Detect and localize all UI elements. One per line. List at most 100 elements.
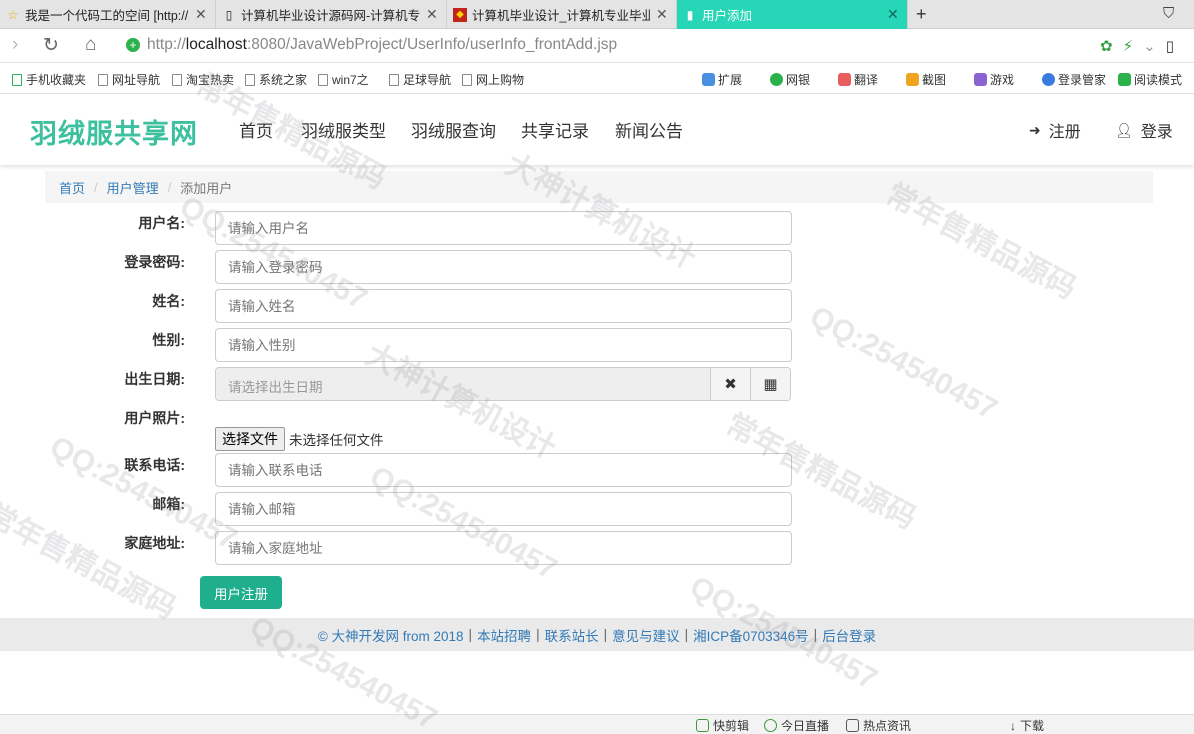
url-host: localhost — [185, 36, 247, 53]
footer-link-icp[interactable]: 湘ICP备0703346号 — [693, 625, 809, 645]
lightning-icon[interactable]: ⚡ — [1123, 37, 1134, 55]
page-icon: ▮ — [686, 7, 694, 22]
close-tab-icon[interactable]: ✕ — [887, 6, 901, 23]
bookmark-item[interactable]: 网址导航 — [98, 71, 160, 88]
status-download[interactable]: ↓ 下载 — [1010, 717, 1044, 734]
footer-link-feedback[interactable]: 意见与建议 — [612, 625, 680, 645]
address-input[interactable] — [215, 531, 792, 565]
user-icon: 👤︎ — [1115, 121, 1133, 138]
key-icon — [1042, 73, 1055, 86]
username-input[interactable] — [215, 211, 792, 245]
login-link[interactable]: 👤︎ 登录 — [1115, 118, 1173, 142]
breadcrumb-home[interactable]: 首页 — [59, 178, 85, 197]
file-status: 未选择任何文件 — [289, 433, 384, 448]
site-brand[interactable]: 羽绒服共享网 — [30, 112, 198, 151]
register-link[interactable]: ➜ 注册 — [1029, 118, 1081, 142]
toolbar-translate[interactable]: 翻译 — [838, 71, 878, 88]
footer-link-jobs[interactable]: 本站招聘 — [477, 625, 531, 645]
home-icon[interactable]: ⌂ — [85, 34, 96, 56]
browser-tab[interactable]: ☆ 我是一个代码工的空间 [http://2 ✕ — [0, 0, 216, 29]
browser-tab-bar: ☆ 我是一个代码工的空间 [http://2 ✕ ▯ 计算机毕业设计源码网-计算… — [0, 0, 1194, 29]
birthdate-input[interactable]: 请选择出生日期 — [216, 368, 710, 400]
phone-icon[interactable]: ▯ — [1166, 37, 1174, 55]
name-input[interactable] — [215, 289, 792, 323]
browser-tab[interactable]: ▯ 计算机毕业设计源码网-计算机专 ✕ — [216, 0, 447, 29]
breadcrumb-current: 添加用户 — [180, 180, 233, 196]
toolbar-bank[interactable]: 网银 — [770, 71, 810, 88]
toolbar-screenshot[interactable]: 截图 — [906, 71, 946, 88]
register-label: 注册 — [1048, 124, 1081, 141]
breadcrumb-separator: / — [167, 179, 172, 195]
bookmark-label: 足球导航 — [403, 73, 452, 87]
chevron-down-icon[interactable]: ⌄ — [1143, 37, 1156, 55]
status-live[interactable]: 今日直播 — [764, 717, 829, 734]
status-label: 今日直播 — [781, 719, 830, 733]
bank-icon — [770, 73, 783, 86]
toolbar-label: 扩展 — [718, 73, 743, 87]
bookmark-item[interactable]: 手机收藏夹 — [12, 71, 86, 88]
page-icon: ▯ — [225, 7, 233, 22]
footer-separator: | — [813, 627, 818, 642]
gender-input[interactable] — [215, 328, 792, 362]
refresh-ext-icon[interactable]: ✿ — [1100, 37, 1113, 55]
toolbar-extensions[interactable]: 扩展 — [702, 71, 742, 88]
nav-category[interactable]: 羽绒服类型 — [301, 117, 386, 142]
bookmark-item[interactable]: 足球导航 — [389, 71, 451, 88]
toolbar-reading-mode[interactable]: 阅读模式 — [1118, 71, 1182, 88]
browser-tab[interactable]: ◆ 计算机毕业设计_计算机专业毕业 ✕ — [447, 0, 677, 29]
bookmark-item[interactable]: 系统之家 — [245, 71, 307, 88]
url-field[interactable]: + http://localhost:8080/JavaWebProject/U… — [126, 36, 617, 54]
tab-title: 计算机毕业设计_计算机专业毕业 — [472, 9, 650, 23]
status-quick-clip[interactable]: 快剪辑 — [696, 717, 749, 734]
browser-status-bar: 快剪辑 今日直播 热点资讯 ↓ 下载 — [0, 714, 1194, 734]
star-icon: ☆ — [7, 7, 19, 22]
nav-news[interactable]: 新闻公告 — [615, 117, 683, 142]
tab-title: 用户添加 — [702, 9, 753, 23]
phone-icon — [12, 73, 22, 86]
breadcrumb-section[interactable]: 用户管理 — [107, 178, 159, 197]
nav-share-records[interactable]: 共享记录 — [521, 117, 589, 142]
new-tab-icon[interactable]: + — [916, 4, 927, 25]
forward-icon[interactable]: › — [12, 34, 18, 56]
phone-input[interactable] — [215, 453, 792, 487]
page-content: 羽绒服共享网 首页 羽绒服类型 羽绒服查询 共享记录 新闻公告 ➜ 注册 👤︎ 登录… — [0, 94, 1194, 714]
page-icon — [462, 73, 472, 86]
sign-in-icon: ➜ — [1029, 121, 1041, 138]
breadcrumb: 首页 / 用户管理 / 添加用户 — [45, 171, 1153, 203]
toolbar-login-manager[interactable]: 登录管家 — [1042, 71, 1106, 88]
close-tab-icon[interactable]: ✕ — [656, 6, 670, 23]
nav-search[interactable]: 羽绒服查询 — [411, 117, 496, 142]
password-input[interactable] — [215, 250, 792, 284]
register-submit-button[interactable]: 用户注册 — [200, 576, 282, 609]
bookmark-item[interactable]: 网上购物 — [462, 71, 524, 88]
choose-file-button[interactable]: 选择文件 — [215, 427, 285, 451]
footer-separator: | — [536, 627, 540, 642]
toolbar-label: 截图 — [922, 73, 947, 87]
footer-separator: | — [684, 627, 689, 642]
toolbar-games[interactable]: 游戏 — [974, 71, 1014, 88]
status-label: 下载 — [1020, 719, 1045, 733]
username-label: 用户名: — [138, 215, 185, 231]
login-label: 登录 — [1140, 124, 1173, 141]
calendar-icon[interactable]: ▦ — [750, 368, 790, 400]
clear-icon[interactable]: ✖ — [710, 368, 750, 400]
bookmark-item[interactable]: 淘宝热卖 — [172, 71, 234, 88]
page-icon — [98, 73, 108, 86]
status-label: 热点资讯 — [863, 719, 912, 733]
gender-label: 性别: — [152, 332, 185, 348]
bookmark-label: 网址导航 — [112, 73, 161, 87]
close-tab-icon[interactable]: ✕ — [195, 6, 209, 23]
footer-link-contact[interactable]: 联系站长 — [545, 625, 599, 645]
restore-icon[interactable]: ⛉ — [1163, 5, 1174, 22]
bookmark-item[interactable]: win7之 — [318, 71, 369, 88]
footer-link-admin[interactable]: 后台登录 — [822, 625, 876, 645]
photo-file-input: 选择文件 未选择任何文件 — [215, 427, 384, 451]
browser-tab-active[interactable]: ▮ 用户添加 ✕ — [677, 0, 908, 29]
bookmark-label: win7之 — [332, 73, 369, 87]
nav-home[interactable]: 首页 — [239, 117, 273, 142]
reload-icon[interactable]: ↻ — [43, 34, 59, 57]
toolbar-label: 游戏 — [990, 73, 1015, 87]
close-tab-icon[interactable]: ✕ — [426, 6, 440, 23]
email-input[interactable] — [215, 492, 792, 526]
status-news[interactable]: 热点资讯 — [846, 717, 911, 734]
